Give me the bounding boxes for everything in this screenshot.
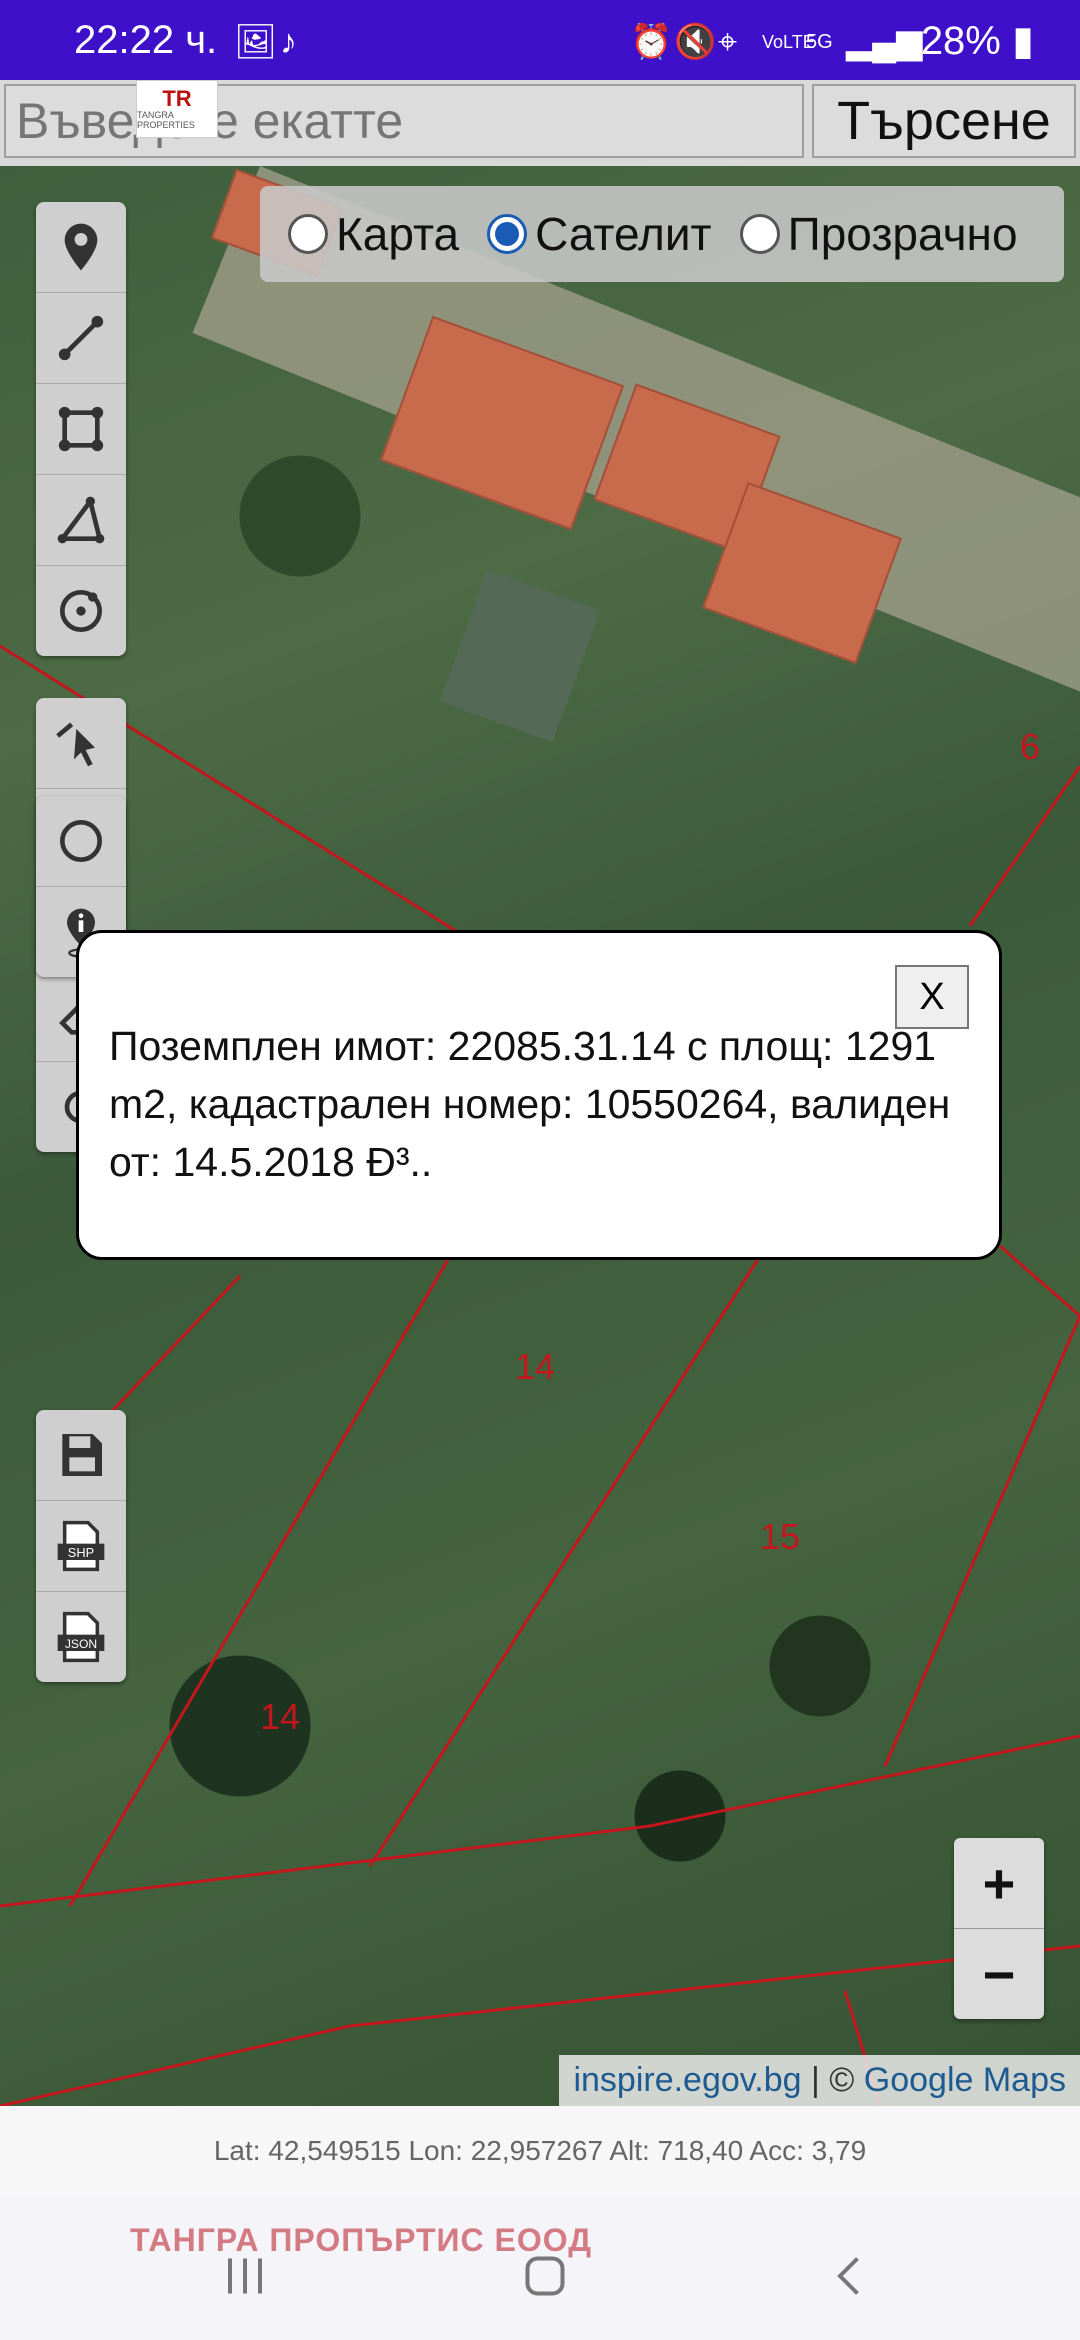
line-icon: [58, 315, 104, 361]
5g-icon: 5G: [806, 31, 833, 53]
json-label: JSON: [65, 1637, 97, 1651]
circle-measure-button[interactable]: [36, 796, 126, 887]
save-icon: [62, 1434, 102, 1476]
radio-circle[interactable]: [739, 214, 780, 254]
clock: 22:22 ч.: [74, 18, 218, 62]
circle-tool-button[interactable]: [36, 566, 126, 656]
marker-tool-button[interactable]: [36, 202, 126, 293]
location-icon: ⌖: [718, 23, 738, 61]
radio-satellite[interactable]: Сателит: [487, 207, 712, 261]
radio-circle[interactable]: [288, 214, 328, 254]
parcel-label: 14: [515, 1346, 556, 1387]
marker-icon: [64, 223, 98, 271]
system-nav-bar: ТАНГРА ПРОПЪРТИС ЕООД: [0, 2196, 1080, 2340]
map-type-selector: Карта Сателит Прозрачно: [260, 186, 1064, 282]
export-toolbar: SHP JSON: [36, 1410, 126, 1682]
export-shp-button[interactable]: SHP: [36, 1501, 126, 1592]
mute-icon: 🔇: [674, 23, 717, 61]
line-tool-button[interactable]: [36, 293, 126, 384]
signal-icon: ▂▄▆: [846, 23, 923, 61]
home-icon: [525, 2256, 565, 2296]
json-file-icon: JSON: [57, 1611, 105, 1663]
search-button[interactable]: Търсене: [812, 84, 1076, 158]
inspire-link[interactable]: inspire.egov.bg: [573, 2061, 801, 2099]
alarm-icon: ⏰: [630, 23, 673, 61]
radio-label: Прозрачно: [787, 208, 1018, 260]
polygon-tool-button[interactable]: [36, 384, 126, 475]
recent-apps-icon: [228, 2258, 262, 2294]
logo-mark: TR: [162, 86, 192, 111]
home-button[interactable]: [505, 2236, 585, 2316]
polygon-icon: [58, 406, 104, 452]
shp-label: SHP: [68, 1545, 94, 1560]
ekatte-search-input[interactable]: [4, 84, 804, 158]
circle-tool-icon: [60, 820, 102, 862]
draw-toolbar: [36, 202, 126, 656]
parcel-info-popup: X Поземплен имот: 22085.31.14 с площ: 12…: [76, 930, 1002, 1260]
image-icon: 🖼: [234, 23, 278, 61]
back-icon: [837, 2257, 859, 2295]
google-maps-link[interactable]: Google Maps: [864, 2061, 1066, 2099]
zoom-out-button[interactable]: −: [954, 1929, 1044, 2019]
battery-icon: ▮: [1000, 19, 1034, 63]
back-button[interactable]: [810, 2236, 890, 2316]
zoom-in-button[interactable]: +: [954, 1838, 1044, 1929]
circle-icon: [60, 590, 102, 632]
map-attribution: inspire.egov.bg | © Google Maps: [559, 2055, 1080, 2106]
logo-text: TANGRA PROPERTIES: [137, 110, 195, 130]
status-bar: 22:22 ч. 🖼 ♪ ⏰ 🔇 ⌖ VoLTE 5G ▂▄▆ 28% ▮: [0, 0, 1080, 80]
export-json-button[interactable]: JSON: [36, 1592, 126, 1682]
radio-map[interactable]: Карта: [288, 207, 459, 261]
parcel-label: 15: [760, 1516, 801, 1557]
shp-file-icon: SHP: [57, 1520, 105, 1572]
tiktok-icon: ♪: [280, 23, 297, 61]
parcel-info-text: Поземплен имот: 22085.31.14 с площ: 1291…: [109, 1023, 951, 1185]
radio-transparent[interactable]: Прозрачно: [739, 207, 1018, 261]
save-button[interactable]: [36, 1410, 126, 1501]
radio-label: Сателит: [535, 208, 712, 260]
select-tool-button[interactable]: [36, 698, 126, 789]
angle-icon: [57, 496, 105, 544]
recent-apps-button[interactable]: [205, 2236, 285, 2316]
radio-circle-selected[interactable]: [487, 214, 528, 254]
select-icon: [56, 722, 95, 767]
radio-label: Карта: [336, 208, 460, 260]
parcel-label: 14: [260, 1696, 301, 1737]
angle-tool-button[interactable]: [36, 475, 126, 566]
parcel-label: 6: [1020, 726, 1041, 767]
company-logo: TR TANGRA PROPERTIES: [136, 80, 218, 138]
zoom-control: + −: [954, 1838, 1044, 2019]
battery-level: 28% ▮: [920, 19, 1034, 63]
attribution-separator: | ©: [801, 2061, 864, 2099]
gps-readout: Lat: 42,549515 Lon: 22,957267 Alt: 718,4…: [0, 2106, 1080, 2196]
